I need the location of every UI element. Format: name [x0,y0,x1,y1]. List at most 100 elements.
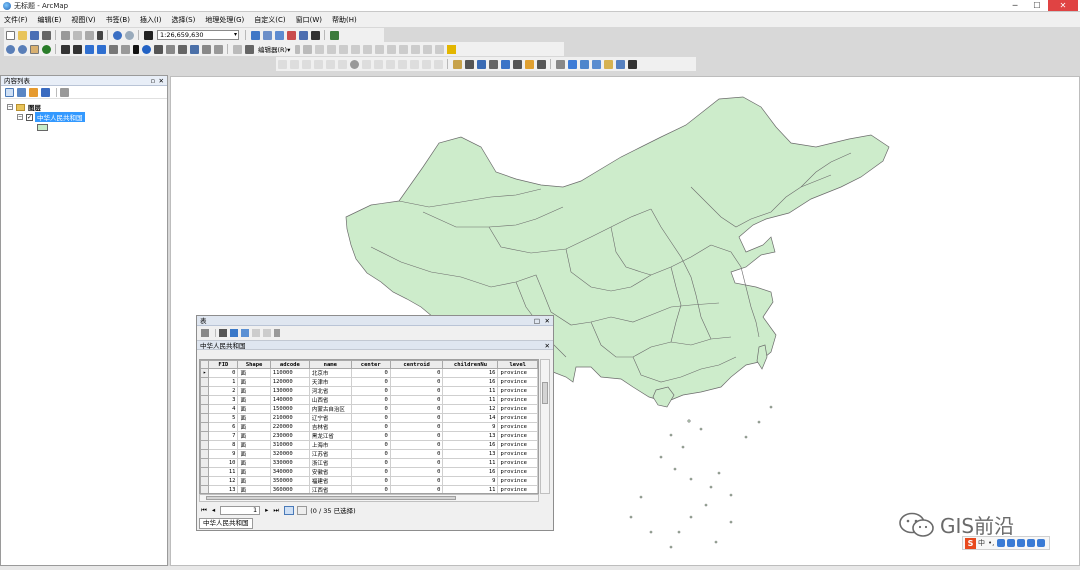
table-cell[interactable]: province [497,422,538,432]
record-number-input[interactable]: 1 [220,505,261,515]
table-cell[interactable]: 0 [350,458,391,468]
table-cell[interactable]: 120000 [269,377,310,387]
table-cell[interactable]: 11 [442,458,499,468]
sketch-tool-icon[interactable] [302,44,312,54]
last-record-icon[interactable]: ⏭ [273,506,279,515]
table-cell[interactable]: 江西省 [308,485,352,493]
spatial-adjust-icon[interactable] [385,59,395,69]
arctoolbox-icon[interactable] [298,30,308,40]
show-selected-records-button[interactable] [297,505,308,515]
table-cell[interactable]: 辽宁省 [308,413,352,423]
next-record-icon[interactable]: ▸ [265,506,268,514]
row-selector[interactable] [200,467,210,477]
column-header[interactable]: name [308,360,352,369]
table-cell[interactable]: 320000 [269,449,310,459]
menu-edit[interactable]: 编辑(E) [38,15,62,25]
table-row[interactable]: 7 面 230000 黑龙江省 0 0 13 province [200,431,538,441]
table-cell[interactable]: 天津市 [308,377,352,387]
grid-icon[interactable] [409,59,419,69]
table-cell[interactable]: 0 [389,422,444,432]
row-selector[interactable] [200,440,210,450]
polygon-symbol[interactable] [37,123,48,131]
layer-properties-icon[interactable] [615,59,625,69]
close-icon[interactable]: ✕ [545,316,550,326]
table-cell[interactable]: 0 [350,386,391,396]
options-icon[interactable] [60,87,69,97]
table-cell[interactable]: 150000 [269,404,310,414]
minimize-button[interactable]: ─ [1004,0,1026,11]
list-by-visibility-icon[interactable] [29,87,38,97]
table-cell[interactable]: 面 [237,431,271,441]
skin-icon[interactable] [1027,539,1036,547]
table-cell[interactable]: 110000 [269,368,310,378]
find-route-icon[interactable] [201,44,211,54]
trace-icon[interactable] [338,44,348,54]
menu-selection[interactable]: 选择(S) [171,15,195,25]
table-cell[interactable]: 210000 [269,413,310,423]
table-cell[interactable]: 140000 [269,395,310,405]
column-header[interactable]: centroid [389,360,444,369]
table-cell[interactable]: 面 [237,440,271,450]
table-cell[interactable]: 330000 [269,458,310,468]
fixed-zoom-in-icon[interactable] [60,44,70,54]
save-icon[interactable] [29,30,39,40]
table-cell[interactable]: 安徽省 [308,467,352,477]
row-selector[interactable] [200,485,210,493]
horizontal-scrollbar[interactable] [199,494,539,502]
undo-icon[interactable] [112,30,122,40]
column-header[interactable]: adcode [269,360,310,369]
table-cell[interactable]: 黑龙江省 [308,431,352,441]
list-by-drawing-order-icon[interactable] [5,87,14,97]
redo-icon[interactable] [124,30,134,40]
table-cell[interactable]: 面 [237,368,271,378]
table-cell[interactable]: 16 [442,467,499,477]
table-cell[interactable]: 0 [389,476,444,486]
table-cell[interactable]: 8 [208,440,239,450]
table-cell[interactable]: province [497,467,538,477]
row-selector[interactable] [200,395,210,405]
table-cell[interactable]: 福建省 [308,476,352,486]
table-row[interactable]: 11 面 340000 安徽省 0 0 16 province [200,467,538,477]
table-cell[interactable]: 面 [237,449,271,459]
table-cell[interactable]: 上海市 [308,440,352,450]
pin-icon[interactable]: ▫ [151,76,155,86]
toc-window-icon[interactable] [262,30,272,40]
layer-name[interactable]: 中华人民共和国 [35,112,85,122]
current-row-indicator[interactable]: ▸ [200,368,210,378]
network-icon[interactable] [464,59,474,69]
vertical-scrollbar[interactable] [540,359,550,494]
table-row[interactable]: 4 面 150000 内蒙古自治区 0 0 12 province [200,404,538,414]
table-cell[interactable]: 5 [208,413,239,423]
table-cell[interactable]: 0 [389,431,444,441]
find-icon[interactable] [189,44,199,54]
table-cell[interactable]: 0 [350,476,391,486]
model-builder-icon[interactable] [329,30,339,40]
table-cell[interactable]: province [497,368,538,378]
back-arrow-icon[interactable] [84,44,94,54]
validate-icon[interactable] [313,59,323,69]
microphone-icon[interactable] [1007,539,1016,547]
table-cell[interactable]: 220000 [269,422,310,432]
table-cell[interactable]: 230000 [269,431,310,441]
table-cell[interactable]: 0 [350,368,391,378]
table-cell[interactable]: 面 [237,458,271,468]
row-selector[interactable] [200,449,210,459]
column-header[interactable]: childrenNu [442,360,499,369]
split-icon[interactable] [398,44,408,54]
point-icon[interactable] [350,44,360,54]
table-row[interactable]: 5 面 210000 辽宁省 0 0 14 province [200,413,538,423]
table-cell[interactable]: 面 [237,404,271,414]
column-header[interactable]: FID [208,360,239,369]
row-selector[interactable] [200,386,210,396]
edit-vertices-icon[interactable] [362,44,372,54]
table-cell[interactable]: 北京市 [308,368,352,378]
table-cell[interactable]: 0 [389,467,444,477]
map-scale-input[interactable]: 1:26,659,630 ▾ [157,30,239,40]
menu-customize[interactable]: 自定义(C) [254,15,285,25]
table-cell[interactable]: province [497,386,538,396]
table-cell[interactable]: 9 [208,449,239,459]
identify-icon[interactable] [141,44,151,54]
table-cell[interactable]: 13 [442,449,499,459]
table-cell[interactable]: 0 [389,404,444,414]
globe-icon[interactable] [349,59,359,69]
